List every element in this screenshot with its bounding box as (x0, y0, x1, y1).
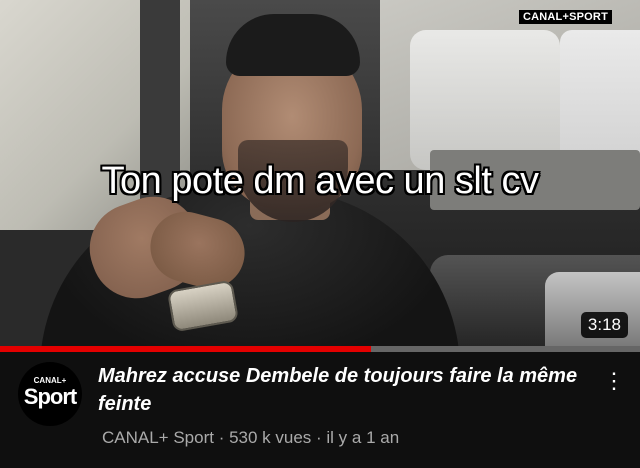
meme-caption: Ton pote dm avec un slt cv (101, 160, 539, 202)
video-metadata: CANAL+ Sport · 530 k vues · il y a 1 an (102, 428, 400, 447)
background-chair (410, 30, 560, 170)
duration-badge: 3:18 (580, 312, 628, 338)
person-hair (226, 14, 360, 76)
more-options-icon[interactable]: ⋮ (603, 366, 625, 396)
watch-progress-fill (0, 346, 372, 352)
video-title[interactable]: Mahrez accuse Dembele de toujours faire … (98, 362, 598, 418)
video-thumbnail[interactable]: CANAL+SPORT Ton pote dm avec un slt cv 3… (0, 0, 640, 346)
video-card[interactable]: CANAL+SPORT Ton pote dm avec un slt cv 3… (0, 0, 640, 468)
watch-progress-bar (0, 346, 640, 352)
avatar-logo-main: Sport (23, 384, 77, 409)
channel-avatar[interactable]: CANAL+ Sport (18, 362, 82, 426)
broadcaster-logo: CANAL+SPORT (518, 10, 612, 24)
